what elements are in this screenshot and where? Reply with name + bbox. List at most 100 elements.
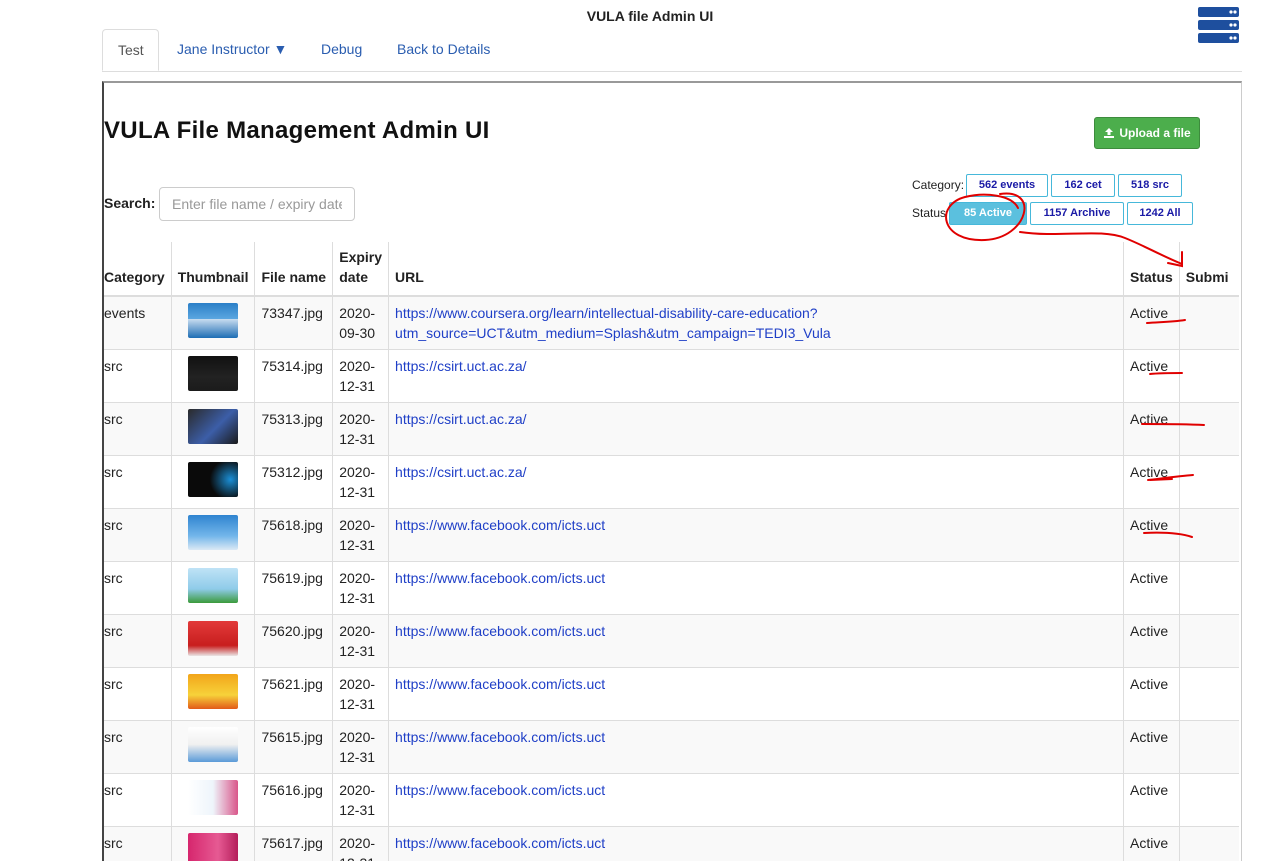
filter-status-active[interactable]: 85 Active — [949, 202, 1027, 225]
cell-file-name: 75617.jpg — [255, 827, 333, 861]
filter-status-archive[interactable]: 1157 Archive — [1030, 202, 1124, 225]
table-row[interactable]: src 75312.jpg2020-12-31 https://csirt.uct.… — [102, 456, 1239, 509]
expiry-date-line-1: 2020- — [339, 570, 375, 586]
header-category[interactable]: Category — [102, 242, 171, 296]
expiry-date-line-1: 2020- — [339, 464, 375, 480]
table-row[interactable]: src75617.jpg2020-12-31https://www.facebo… — [102, 827, 1239, 861]
url-link[interactable]: https://www.facebook.com/icts.uct — [395, 517, 605, 533]
table-row[interactable]: src75621.jpg2020-12-31https://www.facebo… — [102, 668, 1239, 721]
header-status[interactable]: Status — [1124, 242, 1180, 296]
cell-status: Active — [1124, 615, 1180, 668]
thumbnail-image[interactable] — [188, 568, 238, 603]
table-row[interactable]: src75618.jpg2020-12-31https://www.facebo… — [102, 509, 1239, 562]
cell-expiry-date: 2020-12-31 — [333, 403, 389, 456]
tab-test[interactable]: Test — [102, 29, 159, 71]
cell-expiry-date: 2020-12-31 — [333, 774, 389, 827]
url-link[interactable]: https://www.coursera.org/learn/intellect… — [395, 305, 831, 341]
cell-thumbnail — [171, 350, 255, 403]
table-row[interactable]: events73347.jpg2020-09-30https://www.cou… — [102, 296, 1239, 350]
url-text-line-1: https://www.facebook.com/icts.uct — [395, 570, 605, 586]
table-row[interactable]: src75616.jpg2020-12-31https://www.facebo… — [102, 774, 1239, 827]
url-link[interactable]: https://www.facebook.com/icts.uct — [395, 623, 605, 639]
cell-expiry-date: 2020-12-31 — [333, 456, 389, 509]
expiry-date-line-1: 2020- — [339, 623, 375, 639]
cell-file-name: 75615.jpg — [255, 721, 333, 774]
thumbnail-image[interactable] — [188, 356, 238, 391]
cell-file-name: 75618.jpg — [255, 509, 333, 562]
header-submitted[interactable]: Submi — [1179, 242, 1239, 296]
thumbnail-image[interactable] — [188, 303, 238, 338]
expiry-date-line-1: 2020- — [339, 517, 375, 533]
table-row[interactable]: src75313.jpg2020-12-31https://csirt.uct.… — [102, 403, 1239, 456]
tab-debug[interactable]: Debug — [306, 29, 377, 70]
header-file-name[interactable]: File name — [255, 242, 333, 296]
cell-submitted — [1179, 615, 1239, 668]
thumbnail-image[interactable] — [188, 727, 238, 762]
search-input[interactable] — [159, 187, 355, 221]
filter-category-events[interactable]: 562 events — [966, 174, 1048, 197]
cell-expiry-date: 2020-12-31 — [333, 509, 389, 562]
thumbnail-image[interactable] — [188, 674, 238, 709]
url-link[interactable]: https://www.facebook.com/icts.uct — [395, 570, 605, 586]
cell-file-name: 75314.jpg — [255, 350, 333, 403]
cell-url: https://www.facebook.com/icts.uct — [389, 774, 1124, 827]
expiry-date-line-1: 2020- — [339, 305, 375, 321]
cell-thumbnail — [171, 509, 255, 562]
cell-expiry-date: 2020-12-31 — [333, 721, 389, 774]
thumbnail-image[interactable] — [188, 621, 238, 656]
table-row[interactable]: src75620.jpg2020-12-31https://www.facebo… — [102, 615, 1239, 668]
table-row[interactable]: src75314.jpg2020-12-31https://csirt.uct.… — [102, 350, 1239, 403]
url-link[interactable]: https://csirt.uct.ac.za/ — [395, 411, 527, 427]
cell-category: events — [102, 296, 171, 350]
cell-category: src — [102, 615, 171, 668]
cell-submitted — [1179, 350, 1239, 403]
cell-file-name: 75313.jpg — [255, 403, 333, 456]
table-header-row: Category Thumbnail File name Expiry date… — [102, 242, 1239, 296]
expiry-date-line-1: 2020- — [339, 358, 375, 374]
cell-status: Active — [1124, 456, 1180, 509]
tab-user-menu[interactable]: Jane Instructor ▼ — [162, 29, 302, 70]
filter-category-src[interactable]: 518 src — [1118, 174, 1182, 197]
cell-submitted — [1179, 509, 1239, 562]
url-link[interactable]: https://csirt.uct.ac.za/ — [395, 358, 527, 374]
url-link[interactable]: https://www.facebook.com/icts.uct — [395, 835, 605, 851]
expiry-date-line-2: 12-31 — [339, 855, 375, 861]
cell-url: https://csirt.uct.ac.za/ — [389, 403, 1124, 456]
expiry-date-line-1: 2020- — [339, 676, 375, 692]
expiry-date-line-2: 12-31 — [339, 431, 375, 447]
thumbnail-image[interactable] — [188, 780, 238, 815]
filter-category-cet[interactable]: 162 cet — [1051, 174, 1115, 197]
expiry-date-line-2: 12-31 — [339, 696, 375, 712]
header-url[interactable]: URL — [389, 242, 1124, 296]
url-link[interactable]: https://csirt.uct.ac.za/ — [395, 464, 527, 480]
cell-submitted — [1179, 774, 1239, 827]
thumbnail-image[interactable] — [188, 833, 238, 861]
cell-status: Active — [1124, 721, 1180, 774]
url-text-line-1: https://csirt.uct.ac.za/ — [395, 358, 527, 374]
url-link[interactable]: https://www.facebook.com/icts.uct — [395, 782, 605, 798]
url-text-line-1: https://www.coursera.org/learn/intellect… — [395, 305, 818, 321]
url-link[interactable]: https://www.facebook.com/icts.uct — [395, 729, 605, 745]
cell-file-name: 75312.jpg — [255, 456, 333, 509]
cell-expiry-date: 2020-12-31 — [333, 615, 389, 668]
thumbnail-image[interactable] — [188, 409, 238, 444]
filter-status-all[interactable]: 1242 All — [1127, 202, 1193, 225]
cell-submitted — [1179, 456, 1239, 509]
url-link[interactable]: https://www.facebook.com/icts.uct — [395, 676, 605, 692]
table-row[interactable]: src75619.jpg2020-12-31https://www.facebo… — [102, 562, 1239, 615]
tab-back-to-details[interactable]: Back to Details — [382, 29, 505, 70]
table-row[interactable]: src75615.jpg2020-12-31https://www.facebo… — [102, 721, 1239, 774]
cell-url: https://www.facebook.com/icts.uct — [389, 562, 1124, 615]
cell-url: https://www.facebook.com/icts.uct — [389, 509, 1124, 562]
url-text-line-1: https://csirt.uct.ac.za/ — [395, 411, 527, 427]
cell-category: src — [102, 456, 171, 509]
thumbnail-image[interactable] — [188, 462, 238, 497]
thumbnail-image[interactable] — [188, 515, 238, 550]
cell-thumbnail — [171, 668, 255, 721]
cell-category: src — [102, 562, 171, 615]
upload-file-button[interactable]: Upload a file — [1094, 117, 1200, 149]
expiry-date-line-1: 2020- — [339, 782, 375, 798]
cell-status: Active — [1124, 668, 1180, 721]
header-expiry-date[interactable]: Expiry date — [333, 242, 389, 296]
header-thumbnail[interactable]: Thumbnail — [171, 242, 255, 296]
